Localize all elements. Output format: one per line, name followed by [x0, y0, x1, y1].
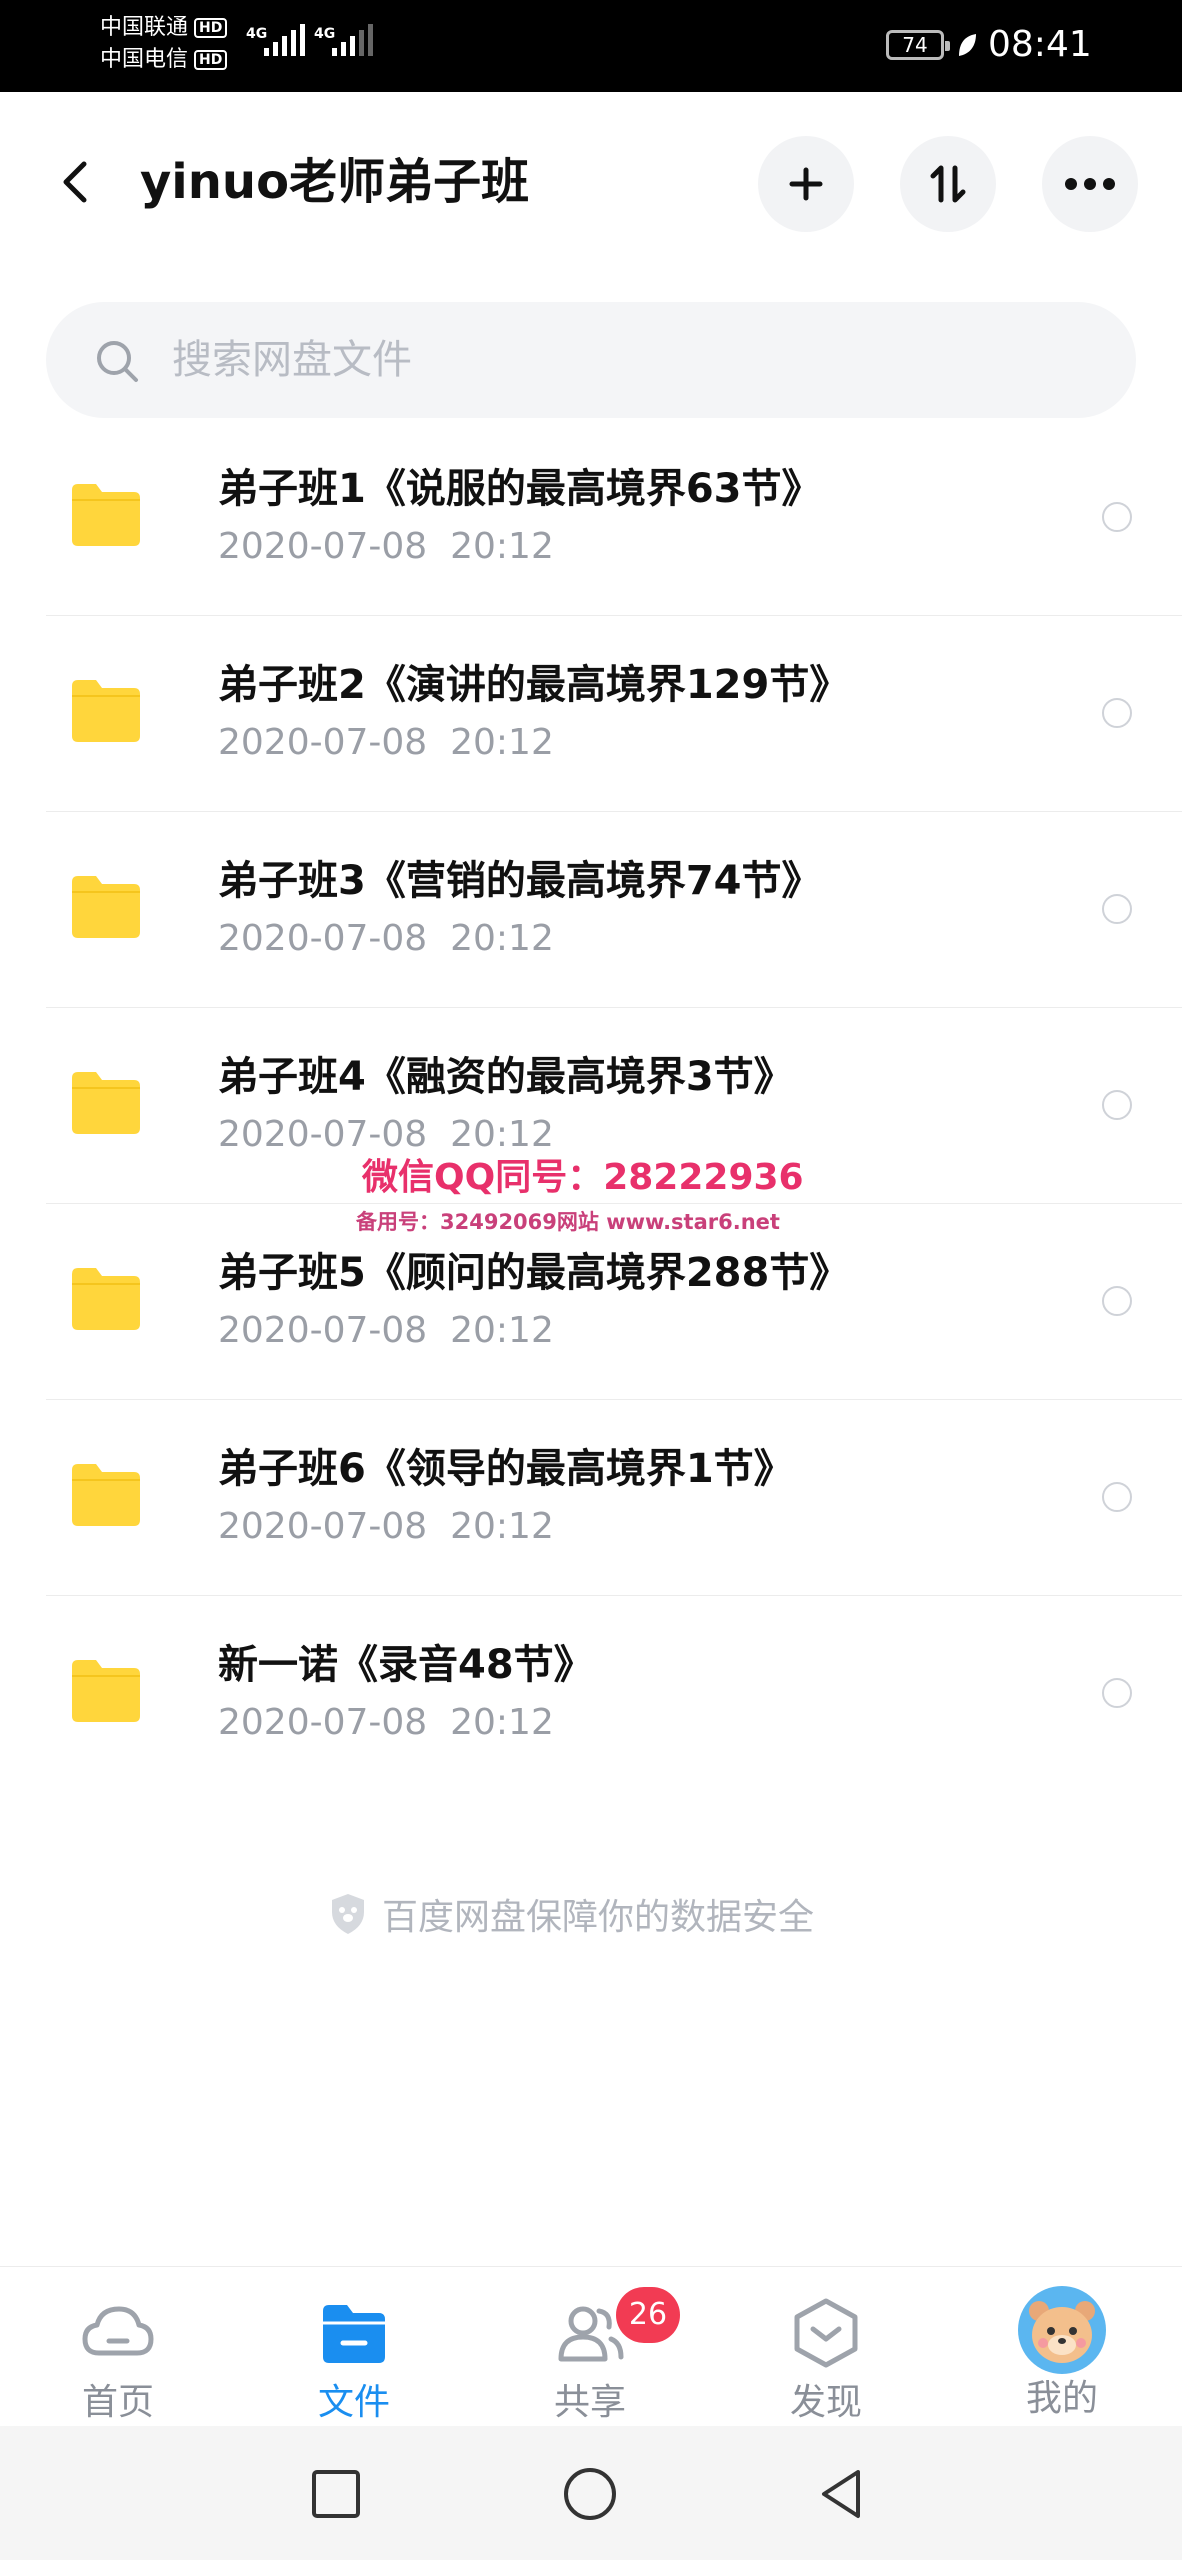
system-nav-bar: [0, 2426, 1182, 2560]
battery-icon: 74: [886, 30, 950, 60]
file-name: 弟子班4《融资的最高境界3节》: [218, 1054, 794, 1100]
file-name: 弟子班6《领导的最高境界1节》: [218, 1446, 794, 1492]
nav-label: 文件: [317, 2382, 390, 2423]
folder-icon: [72, 1268, 140, 1330]
signal-icon: [332, 24, 373, 56]
folder-icon: [72, 1464, 140, 1526]
carrier-1: 中国联通: [100, 15, 189, 40]
discover-icon: [794, 2298, 858, 2368]
sort-arrows-icon: [930, 165, 966, 203]
add-button[interactable]: [758, 136, 854, 232]
folder-icon: [72, 680, 140, 742]
select-radio[interactable]: [1102, 1482, 1132, 1512]
file-name: 弟子班3《营销的最高境界74节》: [218, 858, 822, 904]
back-button[interactable]: [50, 152, 100, 212]
status-bar: 中国联通 HD 中国电信 HD 4G 4G 74 08:41: [0, 0, 1182, 92]
bottom-nav: 首页 文件 共享 26 发现 我的: [0, 2266, 1182, 2426]
select-radio[interactable]: [1102, 502, 1132, 532]
select-radio[interactable]: [1102, 1090, 1132, 1120]
more-dots-icon: [1065, 178, 1115, 190]
folder-icon: [323, 2305, 385, 2363]
select-radio[interactable]: [1102, 1286, 1132, 1316]
file-row[interactable]: 新一诺《录音48节》 2020-07-08 20:12: [46, 1596, 1182, 1792]
leaf-icon: [959, 34, 976, 56]
nav-discover[interactable]: 发现: [726, 2267, 926, 2427]
folder-icon: [72, 484, 140, 546]
search-input[interactable]: [172, 332, 1072, 388]
watermark-line-1: 微信QQ同号：28222936: [362, 1157, 804, 1198]
carrier-2: 中国电信: [100, 47, 189, 72]
file-row[interactable]: 弟子班3《营销的最高境界74节》 2020-07-08 20:12: [46, 812, 1182, 1008]
file-date: 2020-07-08 20:12: [218, 722, 554, 763]
select-radio[interactable]: [1102, 894, 1132, 924]
back-nav-button[interactable]: [812, 2464, 872, 2524]
home-button[interactable]: [560, 2464, 620, 2524]
nav-me[interactable]: 我的: [962, 2267, 1162, 2427]
file-date: 2020-07-08 20:12: [218, 526, 554, 567]
safety-note: 百度网盘保障你的数据安全: [328, 1888, 814, 1940]
nav-files[interactable]: 文件: [254, 2267, 454, 2427]
file-list: 弟子班1《说服的最高境界63节》 2020-07-08 20:12 弟子班2《演…: [0, 420, 1182, 1792]
file-date: 2020-07-08 20:12: [218, 1310, 554, 1351]
file-name: 弟子班5《顾问的最高境界288节》: [218, 1250, 850, 1296]
nav-label: 共享: [553, 2382, 626, 2423]
avatar: [1018, 2286, 1106, 2374]
clock: 08:41: [988, 24, 1092, 65]
safety-text: 百度网盘保障你的数据安全: [382, 1897, 815, 1938]
select-radio[interactable]: [1102, 698, 1132, 728]
folder-icon: [72, 876, 140, 938]
file-date: 2020-07-08 20:12: [218, 918, 554, 959]
search-bar[interactable]: [46, 302, 1136, 418]
plus-icon: [789, 167, 823, 201]
hd-badge: HD: [194, 18, 228, 38]
notification-badge: 26: [616, 2287, 680, 2343]
recents-button[interactable]: [306, 2464, 366, 2524]
file-row[interactable]: 弟子班2《演讲的最高境界129节》 2020-07-08 20:12: [46, 616, 1182, 812]
signal-icon: [264, 24, 305, 56]
file-name: 新一诺《录音48节》: [218, 1642, 594, 1688]
file-row[interactable]: 弟子班6《领导的最高境界1节》 2020-07-08 20:12: [46, 1400, 1182, 1596]
file-name: 弟子班2《演讲的最高境界129节》: [218, 662, 850, 708]
select-radio[interactable]: [1102, 1678, 1132, 1708]
carrier-info: 中国联通 HD 中国电信 HD: [100, 12, 228, 76]
folder-icon: [72, 1072, 140, 1134]
page-title: yinuo老师弟子班: [140, 154, 530, 210]
file-name: 弟子班1《说服的最高境界63节》: [218, 466, 822, 512]
cloud-icon: [82, 2306, 154, 2356]
file-date: 2020-07-08 20:12: [218, 1702, 554, 1743]
header: yinuo老师弟子班: [0, 92, 1182, 272]
hd-badge: HD: [194, 50, 228, 70]
nav-label: 我的: [1025, 2378, 1098, 2419]
more-button[interactable]: [1042, 136, 1138, 232]
folder-icon: [72, 1660, 140, 1722]
file-row[interactable]: 弟子班1《说服的最高境界63节》 2020-07-08 20:12: [46, 420, 1182, 616]
nav-home[interactable]: 首页: [18, 2267, 218, 2427]
watermark-line-2: 备用号：32492069网站 www.star6.net: [356, 1210, 780, 1234]
file-date: 2020-07-08 20:12: [218, 1506, 554, 1547]
nav-label: 发现: [789, 2382, 862, 2423]
search-icon: [97, 341, 138, 382]
nav-label: 首页: [81, 2382, 154, 2423]
sort-button[interactable]: [900, 136, 996, 232]
shield-icon: [332, 1894, 364, 1934]
